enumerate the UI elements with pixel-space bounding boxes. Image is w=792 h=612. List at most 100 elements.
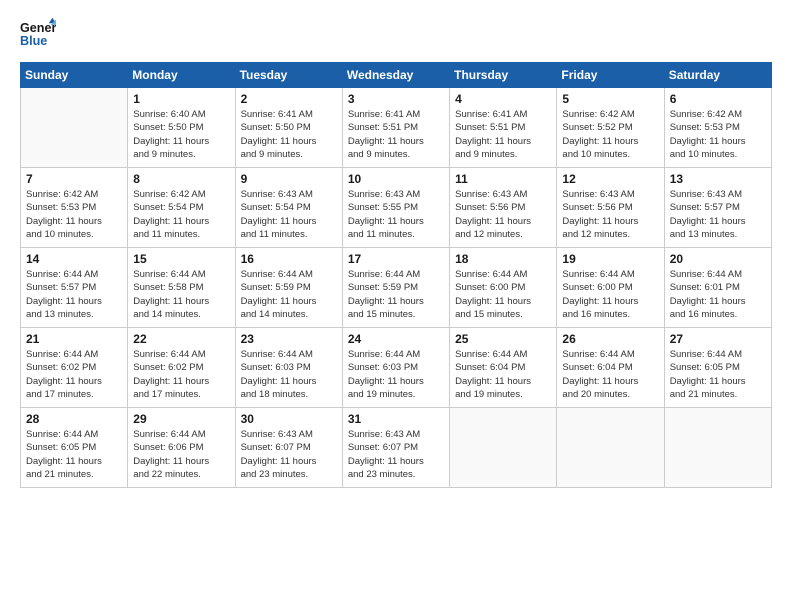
calendar-week-row: 7 Sunrise: 6:42 AMSunset: 5:53 PMDaylight… — [21, 168, 772, 248]
day-info: Sunrise: 6:43 AMSunset: 6:07 PMDaylight:… — [241, 428, 337, 481]
day-info: Sunrise: 6:44 AMSunset: 6:03 PMDaylight:… — [241, 348, 337, 401]
day-number: 25 — [455, 332, 551, 346]
day-info: Sunrise: 6:44 AMSunset: 6:05 PMDaylight:… — [26, 428, 122, 481]
calendar-cell: 27 Sunrise: 6:44 AMSunset: 6:05 PMDayligh… — [664, 328, 771, 408]
day-info: Sunrise: 6:40 AMSunset: 5:50 PMDaylight:… — [133, 108, 229, 161]
day-info: Sunrise: 6:43 AMSunset: 5:57 PMDaylight:… — [670, 188, 766, 241]
calendar-week-row: 14 Sunrise: 6:44 AMSunset: 5:57 PMDayligh… — [21, 248, 772, 328]
day-header-tuesday: Tuesday — [235, 63, 342, 88]
day-number: 2 — [241, 92, 337, 106]
calendar-cell: 11 Sunrise: 6:43 AMSunset: 5:56 PMDayligh… — [450, 168, 557, 248]
day-info: Sunrise: 6:41 AMSunset: 5:51 PMDaylight:… — [455, 108, 551, 161]
calendar-cell: 13 Sunrise: 6:43 AMSunset: 5:57 PMDayligh… — [664, 168, 771, 248]
day-info: Sunrise: 6:42 AMSunset: 5:53 PMDaylight:… — [670, 108, 766, 161]
calendar-cell: 26Sunrise: 6:44 AMSunset: 6:04 PMDayligh… — [557, 328, 664, 408]
day-info: Sunrise: 6:43 AMSunset: 5:54 PMDaylight:… — [241, 188, 337, 241]
day-info: Sunrise: 6:44 AMSunset: 5:57 PMDaylight:… — [26, 268, 122, 321]
day-number: 29 — [133, 412, 229, 426]
calendar-cell: 25 Sunrise: 6:44 AMSunset: 6:04 PMDayligh… — [450, 328, 557, 408]
calendar-cell: 1 Sunrise: 6:40 AMSunset: 5:50 PMDaylight… — [128, 88, 235, 168]
calendar-cell: 23 Sunrise: 6:44 AMSunset: 6:03 PMDayligh… — [235, 328, 342, 408]
day-number: 10 — [348, 172, 444, 186]
calendar-week-row: 28 Sunrise: 6:44 AMSunset: 6:05 PMDayligh… — [21, 408, 772, 488]
day-info: Sunrise: 6:43 AMSunset: 5:56 PMDaylight:… — [455, 188, 551, 241]
day-number: 13 — [670, 172, 766, 186]
calendar-header-row: SundayMondayTuesdayWednesdayThursdayFrid… — [21, 63, 772, 88]
day-number: 16 — [241, 252, 337, 266]
day-number: 8 — [133, 172, 229, 186]
day-number: 18 — [455, 252, 551, 266]
calendar-cell: 28 Sunrise: 6:44 AMSunset: 6:05 PMDayligh… — [21, 408, 128, 488]
calendar-cell — [664, 408, 771, 488]
calendar-week-row: 21 Sunrise: 6:44 AMSunset: 6:02 PMDayligh… — [21, 328, 772, 408]
calendar-cell: 31 Sunrise: 6:43 AMSunset: 6:07 PMDayligh… — [342, 408, 449, 488]
day-number: 26 — [562, 332, 658, 346]
day-info: Sunrise: 6:44 AMSunset: 6:06 PMDaylight:… — [133, 428, 229, 481]
page: General Blue SundayMondayTuesdayWednesda… — [0, 0, 792, 612]
calendar-cell: 2 Sunrise: 6:41 AMSunset: 5:50 PMDaylight… — [235, 88, 342, 168]
calendar-table: SundayMondayTuesdayWednesdayThursdayFrid… — [20, 62, 772, 488]
day-info: Sunrise: 6:44 AMSunset: 6:02 PMDaylight:… — [26, 348, 122, 401]
day-info: Sunrise: 6:42 AMSunset: 5:53 PMDaylight:… — [26, 188, 122, 241]
day-info: Sunrise: 6:44 AMSunset: 6:03 PMDaylight:… — [348, 348, 444, 401]
calendar-cell: 7 Sunrise: 6:42 AMSunset: 5:53 PMDaylight… — [21, 168, 128, 248]
day-info: Sunrise: 6:42 AMSunset: 5:52 PMDaylight:… — [562, 108, 658, 161]
day-number: 11 — [455, 172, 551, 186]
day-number: 24 — [348, 332, 444, 346]
day-number: 27 — [670, 332, 766, 346]
day-info: Sunrise: 6:44 AMSunset: 5:59 PMDaylight:… — [241, 268, 337, 321]
calendar-cell: 20Sunrise: 6:44 AMSunset: 6:01 PMDayligh… — [664, 248, 771, 328]
logo: General Blue — [20, 16, 56, 52]
calendar-cell: 22Sunrise: 6:44 AMSunset: 6:02 PMDayligh… — [128, 328, 235, 408]
day-number: 14 — [26, 252, 122, 266]
day-info: Sunrise: 6:44 AMSunset: 6:04 PMDaylight:… — [455, 348, 551, 401]
calendar-cell: 14 Sunrise: 6:44 AMSunset: 5:57 PMDayligh… — [21, 248, 128, 328]
calendar-cell: 17Sunrise: 6:44 AMSunset: 5:59 PMDayligh… — [342, 248, 449, 328]
day-header-friday: Friday — [557, 63, 664, 88]
calendar-week-row: 1 Sunrise: 6:40 AMSunset: 5:50 PMDaylight… — [21, 88, 772, 168]
header: General Blue — [20, 16, 772, 52]
day-number: 3 — [348, 92, 444, 106]
calendar-cell: 10Sunrise: 6:43 AMSunset: 5:55 PMDayligh… — [342, 168, 449, 248]
calendar-cell — [557, 408, 664, 488]
day-number: 5 — [562, 92, 658, 106]
calendar-cell: 30Sunrise: 6:43 AMSunset: 6:07 PMDayligh… — [235, 408, 342, 488]
day-info: Sunrise: 6:41 AMSunset: 5:51 PMDaylight:… — [348, 108, 444, 161]
calendar-cell: 5 Sunrise: 6:42 AMSunset: 5:52 PMDaylight… — [557, 88, 664, 168]
svg-text:Blue: Blue — [20, 34, 47, 48]
day-number: 1 — [133, 92, 229, 106]
calendar-cell — [21, 88, 128, 168]
day-info: Sunrise: 6:44 AMSunset: 6:00 PMDaylight:… — [455, 268, 551, 321]
day-number: 31 — [348, 412, 444, 426]
calendar-cell: 21 Sunrise: 6:44 AMSunset: 6:02 PMDayligh… — [21, 328, 128, 408]
day-header-saturday: Saturday — [664, 63, 771, 88]
calendar-cell: 9 Sunrise: 6:43 AMSunset: 5:54 PMDaylight… — [235, 168, 342, 248]
day-number: 19 — [562, 252, 658, 266]
day-number: 22 — [133, 332, 229, 346]
calendar-cell: 12Sunrise: 6:43 AMSunset: 5:56 PMDayligh… — [557, 168, 664, 248]
day-number: 23 — [241, 332, 337, 346]
day-header-monday: Monday — [128, 63, 235, 88]
calendar-cell: 4Sunrise: 6:41 AMSunset: 5:51 PMDaylight… — [450, 88, 557, 168]
day-info: Sunrise: 6:41 AMSunset: 5:50 PMDaylight:… — [241, 108, 337, 161]
logo-icon: General Blue — [20, 16, 56, 52]
calendar-cell: 8 Sunrise: 6:42 AMSunset: 5:54 PMDaylight… — [128, 168, 235, 248]
day-number: 21 — [26, 332, 122, 346]
day-info: Sunrise: 6:44 AMSunset: 5:58 PMDaylight:… — [133, 268, 229, 321]
calendar-cell: 29 Sunrise: 6:44 AMSunset: 6:06 PMDayligh… — [128, 408, 235, 488]
day-number: 28 — [26, 412, 122, 426]
day-number: 20 — [670, 252, 766, 266]
day-info: Sunrise: 6:44 AMSunset: 6:05 PMDaylight:… — [670, 348, 766, 401]
day-number: 12 — [562, 172, 658, 186]
day-info: Sunrise: 6:42 AMSunset: 5:54 PMDaylight:… — [133, 188, 229, 241]
day-info: Sunrise: 6:43 AMSunset: 6:07 PMDaylight:… — [348, 428, 444, 481]
day-number: 7 — [26, 172, 122, 186]
calendar-cell: 24 Sunrise: 6:44 AMSunset: 6:03 PMDayligh… — [342, 328, 449, 408]
day-number: 17 — [348, 252, 444, 266]
calendar-cell — [450, 408, 557, 488]
day-number: 6 — [670, 92, 766, 106]
day-header-wednesday: Wednesday — [342, 63, 449, 88]
calendar-cell: 19Sunrise: 6:44 AMSunset: 6:00 PMDayligh… — [557, 248, 664, 328]
calendar-cell: 16 Sunrise: 6:44 AMSunset: 5:59 PMDayligh… — [235, 248, 342, 328]
day-number: 9 — [241, 172, 337, 186]
